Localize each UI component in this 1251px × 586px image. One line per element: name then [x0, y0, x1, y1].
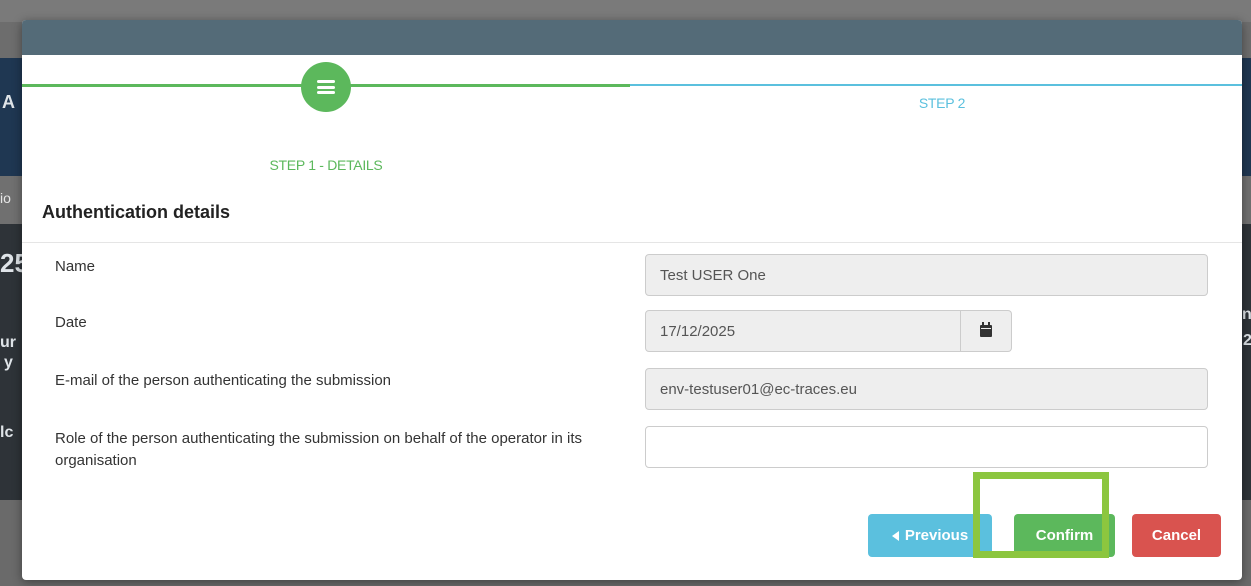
background-text-fragment: 2	[1243, 332, 1251, 349]
modal-header	[22, 20, 1242, 55]
background-text-fragment: n	[1242, 306, 1251, 323]
section-title: Authentication details	[42, 202, 231, 222]
background-topbar	[0, 0, 1251, 22]
name-field[interactable]: Test USER One	[645, 254, 1208, 296]
calendar-icon	[980, 322, 992, 337]
role-field[interactable]	[645, 426, 1208, 468]
date-label: Date	[55, 314, 87, 331]
background-text-fragment: ur	[0, 334, 16, 351]
date-picker: 17/12/2025	[645, 310, 1012, 352]
role-label: Role of the person authenticating the su…	[55, 430, 582, 469]
step1-label[interactable]: STEP 1 - DETAILS	[251, 157, 401, 173]
section-divider	[22, 242, 1242, 243]
wizard-steps: STEP 1 - DETAILS STEP 2	[22, 55, 1242, 175]
step1-indicator[interactable]	[301, 62, 351, 112]
caret-left-icon	[891, 530, 899, 541]
email-label: E-mail of the person authenticating the …	[55, 372, 392, 389]
background-text-fragment: io	[0, 190, 11, 206]
email-field[interactable]: env-testuser01@ec-traces.eu	[645, 368, 1208, 410]
cancel-button[interactable]: Cancel	[1132, 514, 1221, 557]
background-text-fragment: y	[4, 354, 13, 371]
wizard-progress-todo	[630, 84, 1242, 86]
name-label: Name	[55, 258, 96, 275]
background-text-fragment: A	[2, 92, 15, 112]
calendar-button[interactable]	[961, 310, 1012, 352]
background-text-fragment: lc	[0, 424, 14, 441]
menu-icon	[317, 80, 335, 94]
confirm-highlight-box	[973, 472, 1109, 558]
previous-button-label: Previous	[904, 527, 969, 544]
date-field[interactable]: 17/12/2025	[645, 310, 961, 352]
step2-label[interactable]: STEP 2	[902, 95, 982, 111]
